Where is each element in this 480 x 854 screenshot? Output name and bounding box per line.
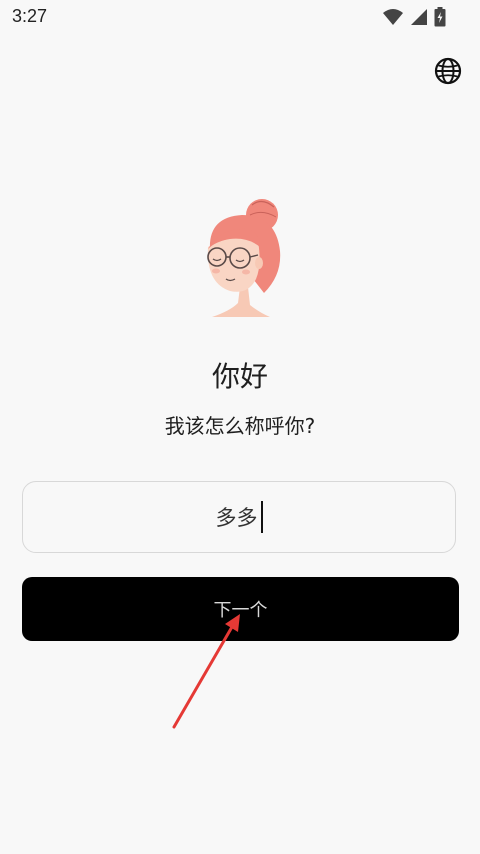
globe-icon	[434, 57, 462, 85]
avatar-illustration	[207, 199, 281, 317]
name-prompt: 我该怎么称呼你?	[164, 414, 316, 438]
status-icons	[382, 7, 446, 27]
name-input-value: 多多	[215, 506, 258, 530]
next-button-label: 下一个	[213, 600, 268, 621]
greeting-title: 你好	[211, 360, 268, 393]
signal-icon	[411, 9, 427, 25]
name-input[interactable]: 多多	[22, 481, 456, 553]
wifi-icon	[383, 9, 403, 25]
status-time: 3:27	[12, 6, 48, 26]
language-button[interactable]	[432, 55, 464, 87]
next-button[interactable]: 下一个	[22, 577, 459, 641]
text-cursor	[260, 501, 263, 533]
battery-icon	[434, 7, 446, 27]
status-bar: 3:27	[0, 0, 480, 34]
